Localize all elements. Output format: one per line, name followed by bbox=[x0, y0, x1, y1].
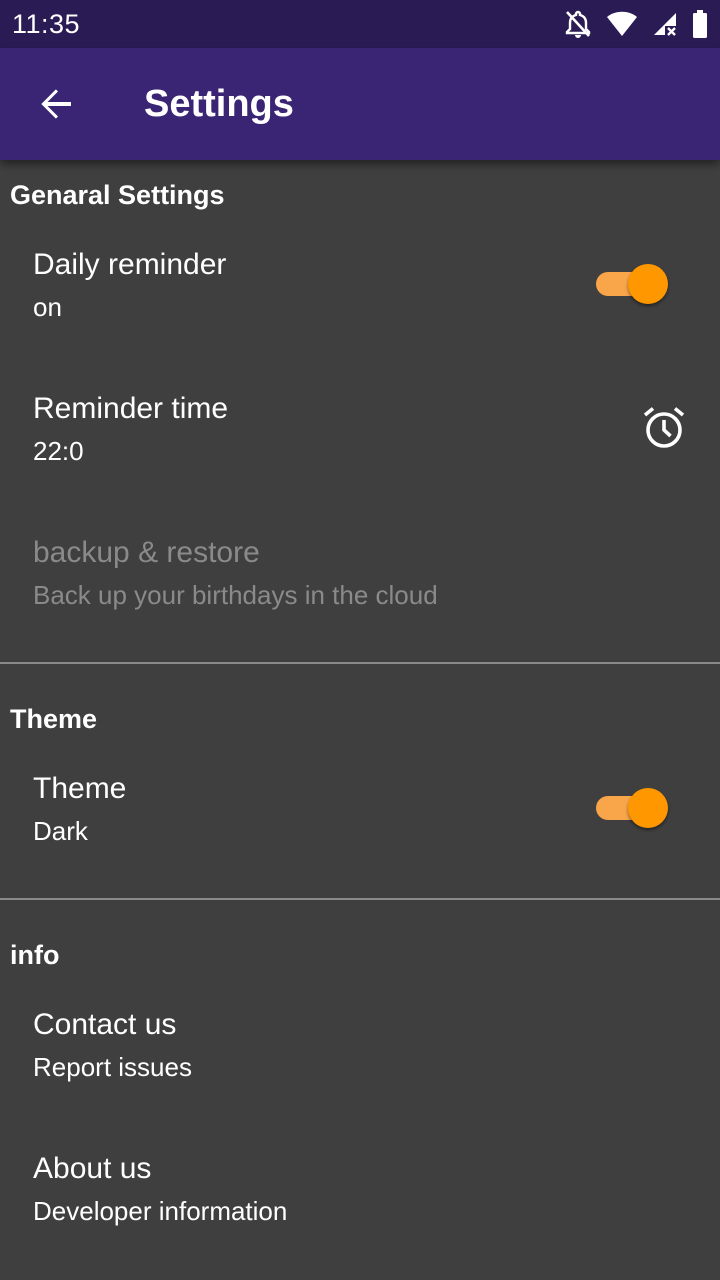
setting-daily-reminder[interactable]: Daily reminder on bbox=[0, 224, 720, 368]
status-bar: 11:35 bbox=[0, 0, 720, 48]
setting-title: Reminder time bbox=[33, 392, 229, 425]
setting-backup-restore: backup & restore Back up your birthdays … bbox=[0, 512, 720, 656]
setting-subtitle: 22:0 bbox=[33, 436, 84, 466]
back-button[interactable] bbox=[0, 48, 112, 160]
setting-about-us[interactable]: About us Developer information bbox=[0, 1128, 720, 1272]
setting-title: About us bbox=[33, 1152, 152, 1185]
section-header-info: info bbox=[10, 940, 60, 970]
status-icons bbox=[564, 0, 708, 48]
app-bar: Settings bbox=[0, 48, 720, 160]
status-time: 11:35 bbox=[12, 8, 81, 39]
alarm-icon[interactable] bbox=[640, 404, 688, 452]
daily-reminder-toggle[interactable] bbox=[596, 264, 668, 304]
settings-list: Genaral Settings Daily reminder on Remin… bbox=[0, 160, 720, 1280]
setting-subtitle: Dark bbox=[33, 816, 88, 846]
setting-title: Theme bbox=[33, 772, 127, 805]
toggle-thumb bbox=[628, 264, 668, 304]
arrow-back-icon bbox=[41, 89, 71, 119]
setting-subtitle: Developer information bbox=[33, 1196, 288, 1226]
setting-title: Contact us bbox=[33, 1008, 177, 1041]
section-header-theme: Theme bbox=[10, 704, 98, 734]
toggle-thumb bbox=[628, 788, 668, 828]
divider bbox=[0, 662, 720, 664]
setting-subtitle: Back up your birthdays in the cloud bbox=[33, 580, 438, 610]
setting-title: backup & restore bbox=[33, 536, 260, 569]
setting-theme[interactable]: Theme Dark bbox=[0, 748, 720, 892]
section-header-general: Genaral Settings bbox=[10, 180, 225, 210]
signal-no-service-icon bbox=[652, 11, 678, 37]
divider bbox=[0, 898, 720, 900]
wifi-icon bbox=[606, 11, 638, 37]
page-title: Settings bbox=[144, 82, 294, 125]
setting-subtitle: Report issues bbox=[33, 1052, 192, 1082]
setting-title: Daily reminder bbox=[33, 248, 227, 281]
theme-toggle[interactable] bbox=[596, 788, 668, 828]
setting-contact-us[interactable]: Contact us Report issues bbox=[0, 984, 720, 1128]
battery-icon bbox=[692, 10, 708, 38]
notifications-off-icon bbox=[564, 9, 592, 39]
setting-reminder-time[interactable]: Reminder time 22:0 bbox=[0, 368, 720, 512]
setting-subtitle: on bbox=[33, 292, 62, 322]
